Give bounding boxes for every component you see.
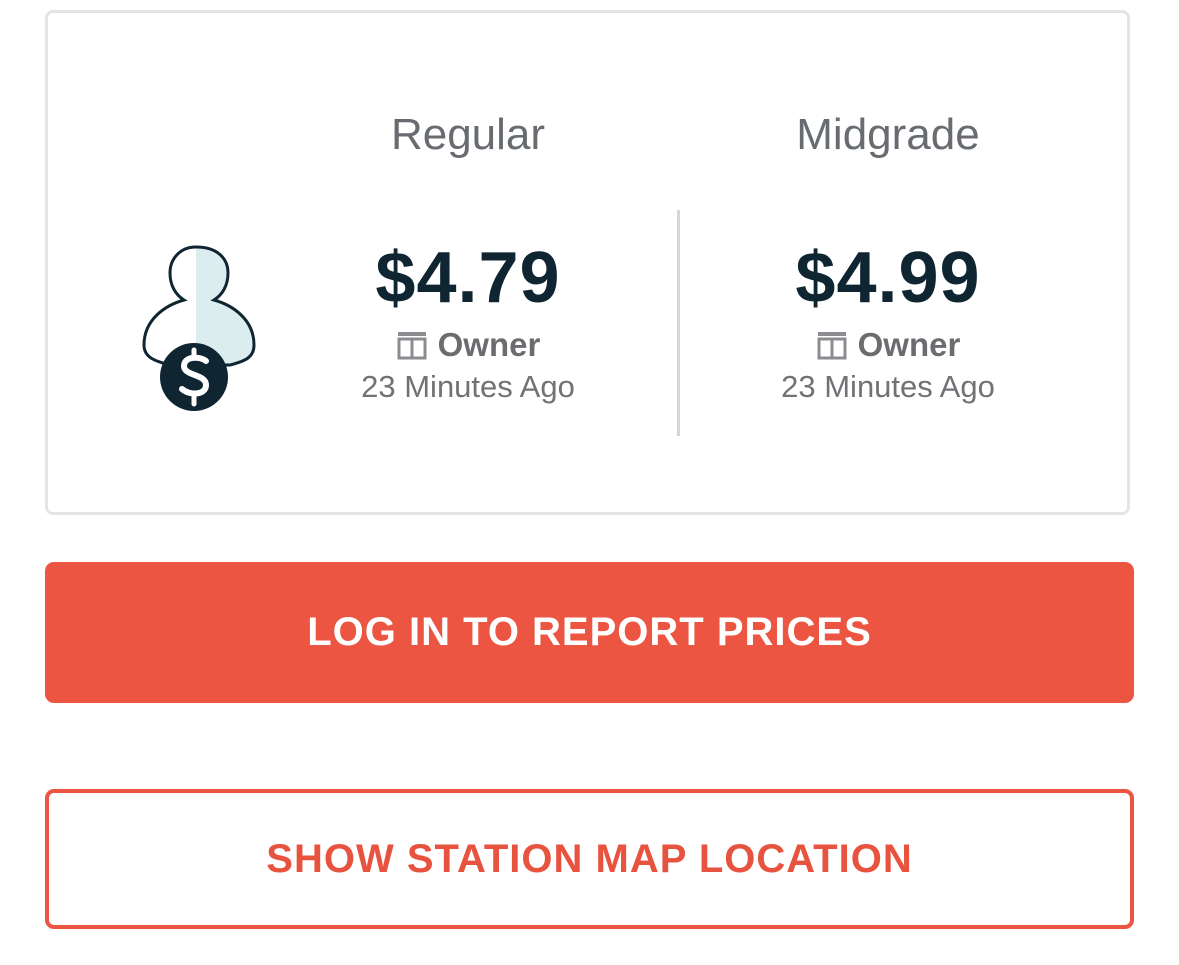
price-value: $4.99 bbox=[795, 238, 981, 318]
time-ago: 23 Minutes Ago bbox=[361, 369, 575, 404]
price-source: Owner bbox=[308, 327, 628, 363]
owner-dollar-icon bbox=[142, 245, 256, 411]
grade-label: Midgrade bbox=[796, 110, 980, 159]
owner-source-icon bbox=[397, 332, 427, 360]
price-source: Owner bbox=[728, 327, 1048, 363]
price-value: $4.79 bbox=[375, 238, 561, 318]
owner-source-icon bbox=[817, 332, 847, 360]
login-to-report-prices-button[interactable]: LOG IN TO REPORT PRICES bbox=[45, 562, 1134, 703]
show-station-map-location-button[interactable]: SHOW STATION MAP LOCATION bbox=[45, 789, 1134, 929]
source-label: Owner bbox=[857, 326, 961, 363]
grade-label: Regular bbox=[390, 110, 546, 159]
price-card: Regular $4.79 Owner 23 Minutes Ago Midgr… bbox=[45, 10, 1130, 515]
time-ago: 23 Minutes Ago bbox=[781, 369, 995, 404]
column-divider bbox=[677, 210, 680, 436]
source-label: Owner bbox=[437, 326, 541, 363]
